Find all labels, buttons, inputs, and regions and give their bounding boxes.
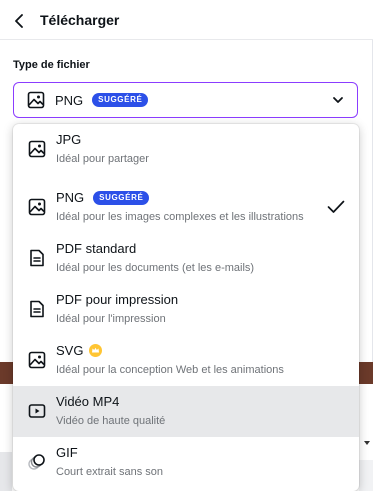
image-icon <box>27 91 45 109</box>
option-png[interactable]: PNG SUGGÉRÉ Idéal pour les images comple… <box>13 182 359 233</box>
document-icon <box>28 249 46 267</box>
background-thumbnail <box>357 362 373 384</box>
option-mp4-video[interactable]: Vidéo MP4 Vidéo de haute qualité <box>13 386 359 437</box>
gif-icon <box>28 453 46 471</box>
option-subtitle: Idéal pour l'impression <box>56 313 166 325</box>
option-svg[interactable]: SVG Idéal pour la conception Web et les … <box>13 335 359 386</box>
back-button[interactable] <box>8 9 32 33</box>
document-icon <box>28 300 46 318</box>
option-title: Vidéo MP4 <box>56 394 120 409</box>
option-gif[interactable]: GIF Court extrait sans son <box>13 437 359 488</box>
chevron-left-icon <box>15 14 23 28</box>
option-pdf-standard[interactable]: PDF standard Idéal pour les documents (e… <box>13 233 359 284</box>
crown-icon <box>89 344 103 357</box>
option-title: GIF <box>56 445 78 460</box>
option-pdf-print[interactable]: PDF pour impression Idéal pour l'impress… <box>13 284 359 335</box>
scroll-down-icon[interactable] <box>364 441 370 445</box>
option-jpg[interactable]: JPG Idéal pour partager <box>13 124 359 175</box>
option-subtitle: Idéal pour partager <box>56 153 149 165</box>
file-type-dropdown: JPG Idéal pour partager PNG SUGGÉRÉ Idéa… <box>13 124 359 491</box>
image-icon <box>28 351 46 369</box>
option-subtitle: Idéal pour les documents (et les e-mails… <box>56 262 255 274</box>
option-subtitle: Idéal pour les images complexes et les i… <box>56 211 304 223</box>
selected-file-type: PNG <box>55 92 84 108</box>
video-icon <box>28 402 46 420</box>
file-type-label: Type de fichier <box>13 59 90 71</box>
option-subtitle: Idéal pour la conception Web et les anim… <box>56 364 284 376</box>
suggested-badge: SUGGÉRÉ <box>92 93 149 107</box>
option-subtitle: Court extrait sans son <box>56 466 163 478</box>
option-title: SVG <box>56 343 84 358</box>
chevron-down-icon <box>333 97 343 103</box>
option-subtitle: Vidéo de haute qualité <box>56 415 166 427</box>
option-title: JPG <box>56 132 82 147</box>
page-title: Télécharger <box>40 12 120 28</box>
suggested-badge: SUGGÉRÉ <box>93 190 150 205</box>
background-thumbnail <box>0 362 13 384</box>
file-type-select[interactable]: PNG SUGGÉRÉ <box>13 82 358 118</box>
option-title: PDF standard <box>56 241 137 256</box>
background-element <box>0 452 12 491</box>
image-icon <box>28 198 46 216</box>
option-title: PNG <box>56 190 85 205</box>
option-title: PDF pour impression <box>56 292 179 307</box>
panel-header: Télécharger <box>0 0 373 40</box>
checkmark-icon <box>327 200 345 213</box>
image-icon <box>28 140 46 158</box>
background-element <box>359 460 373 491</box>
